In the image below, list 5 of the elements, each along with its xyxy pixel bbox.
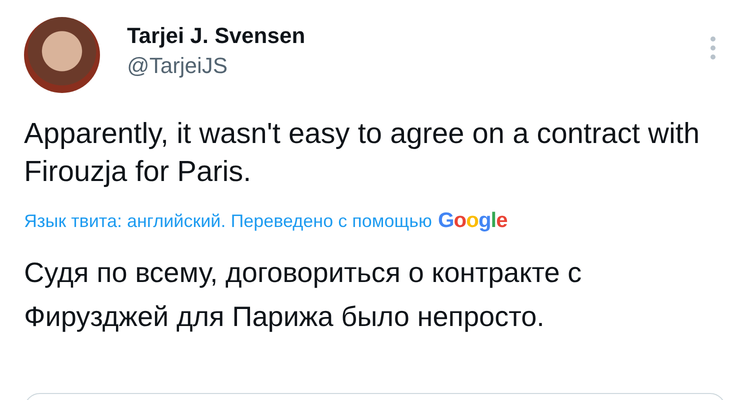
- tweet-text: Apparently, it wasn't easy to agree on a contract with Firouzja for Paris.: [24, 117, 701, 190]
- translated-text: Судя по всему, договориться о контракте с Фирузджей для Парижа было непросто.: [24, 256, 583, 334]
- author-handle: @TarjeiJS: [127, 53, 229, 79]
- provider-logo: Google: [438, 209, 508, 233]
- author-name[interactable]: Tarjei J. Svensen: [127, 23, 683, 49]
